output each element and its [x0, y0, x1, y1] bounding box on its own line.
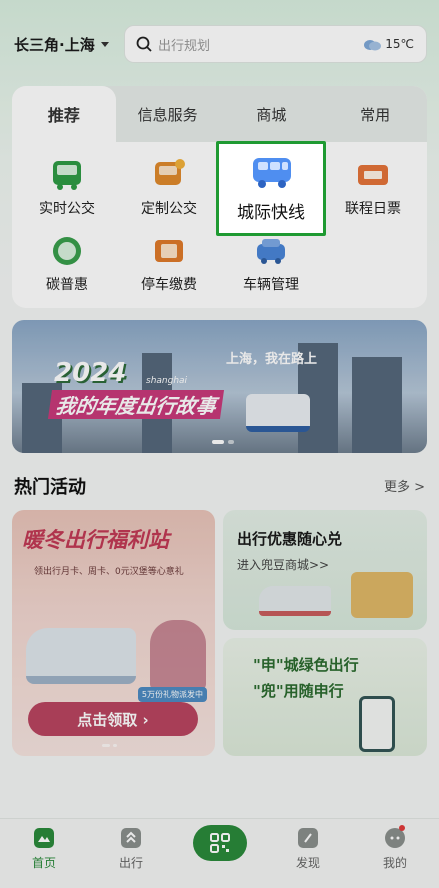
banner-sub: shanghai	[146, 376, 188, 386]
promo-line-1: "申"城绿色出行	[253, 656, 359, 674]
green-travel-card[interactable]: "申"城绿色出行 "兜"用随申行	[223, 638, 427, 756]
pager-dot	[212, 440, 224, 444]
pager-dot	[228, 440, 234, 444]
hot-activities-title: 热门活动	[14, 477, 86, 498]
banner-pager	[212, 440, 234, 444]
phone-illustration	[359, 696, 395, 752]
app-root: 长三角·上海 出行规划 15℃ 推荐 信息服务 商城 常用 实时公交 定制公交 …	[0, 0, 439, 888]
banner-year: 2024	[54, 358, 127, 388]
promo-badge: 5万份礼物派发中	[137, 687, 207, 702]
promo-pager	[102, 744, 117, 747]
annual-story-banner[interactable]: 上海，我在路上 2024 shanghai 我的年度出行故事	[12, 320, 427, 453]
service-tabs: 推荐 信息服务 商城 常用	[12, 86, 427, 142]
more-link[interactable]: 更多 >	[384, 476, 425, 495]
service-custom-bus[interactable]: 定制公交	[122, 154, 216, 228]
nav-discover[interactable]: 发现	[278, 827, 338, 871]
tab-info-service[interactable]: 信息服务	[116, 86, 220, 142]
service-carbon[interactable]: 碳普惠	[20, 230, 114, 304]
parking-fee-icon	[155, 240, 183, 262]
intercity-bus-icon	[253, 158, 291, 188]
train-illustration	[26, 628, 136, 684]
cloud-icon	[364, 40, 382, 51]
vehicle-icon	[257, 239, 285, 264]
winter-promo-card[interactable]: 暖冬出行福利站 领出行月卡、周卡、0元汉堡等心意礼 5万份礼物派发中 点击领取 …	[12, 510, 215, 756]
custom-bus-icon	[155, 159, 185, 185]
people-illustration	[150, 620, 206, 690]
nav-label: 首页	[31, 856, 56, 870]
promo-line-2: "兜"用随申行	[253, 682, 344, 700]
banner-building	[352, 357, 402, 453]
tab-common[interactable]: 常用	[323, 86, 427, 142]
promo-subtitle: 领出行月卡、周卡、0元汉堡等心意礼	[34, 567, 184, 577]
weather: 15℃	[362, 37, 414, 51]
nav-label: 出行	[118, 856, 143, 870]
train-illustration	[259, 586, 331, 616]
home-icon	[34, 828, 54, 848]
service-label: 停车缴费	[141, 277, 197, 293]
bus-icon	[53, 161, 81, 190]
nav-home[interactable]: 首页	[14, 827, 74, 871]
nav-travel[interactable]: 出行	[101, 827, 161, 871]
service-realtime-bus[interactable]: 实时公交	[20, 154, 114, 228]
service-label: 联程日票	[345, 201, 401, 217]
nav-mine[interactable]: 我的	[365, 825, 425, 871]
travel-icon	[121, 828, 141, 848]
day-ticket-icon	[358, 165, 388, 185]
service-day-ticket[interactable]: 联程日票	[326, 154, 420, 228]
qr-code-icon	[210, 833, 230, 853]
tab-recommend[interactable]: 推荐	[12, 86, 116, 142]
search-icon	[136, 36, 152, 52]
promo-subtitle: 进入兜豆商城>>	[237, 558, 330, 572]
carbon-icon	[53, 237, 81, 265]
service-vehicle-management[interactable]: 车辆管理	[224, 230, 318, 304]
city-label: 长三角·上海	[14, 36, 95, 54]
discover-icon	[298, 828, 318, 848]
points-mall-card[interactable]: 出行优惠随心兑 进入兜豆商城>>	[223, 510, 427, 630]
tab-mall[interactable]: 商城	[220, 86, 324, 142]
bus-illustration	[246, 394, 310, 432]
promo-title: 出行优惠随心兑	[237, 530, 343, 548]
city-selector[interactable]: 长三角·上海	[14, 34, 109, 55]
service-label: 城际快线	[237, 203, 305, 223]
service-label: 碳普惠	[46, 277, 88, 293]
weather-temp: 15℃	[385, 37, 414, 51]
banner-title: 我的年度出行故事	[47, 390, 225, 419]
notification-dot	[399, 825, 405, 831]
banner-tag: 上海，我在路上	[226, 352, 318, 367]
claim-button[interactable]: 点击领取 ›	[28, 702, 198, 736]
service-label: 实时公交	[39, 201, 95, 217]
service-label: 定制公交	[141, 201, 197, 217]
search-bar[interactable]: 出行规划 15℃	[124, 25, 427, 63]
header: 长三角·上海 出行规划 15℃	[0, 22, 439, 66]
service-intercity-express[interactable]: 城际快线	[216, 141, 326, 236]
scan-code-button[interactable]	[193, 825, 247, 861]
service-label: 车辆管理	[243, 277, 299, 293]
nav-label: 发现	[295, 856, 320, 870]
chevron-down-icon	[100, 42, 109, 47]
search-placeholder: 出行规划	[158, 38, 211, 54]
promo-title: 暖冬出行福利站	[22, 528, 169, 552]
gift-illustration	[351, 572, 413, 618]
nav-label: 我的	[382, 856, 407, 870]
service-parking-fee[interactable]: 停车缴费	[122, 230, 216, 304]
